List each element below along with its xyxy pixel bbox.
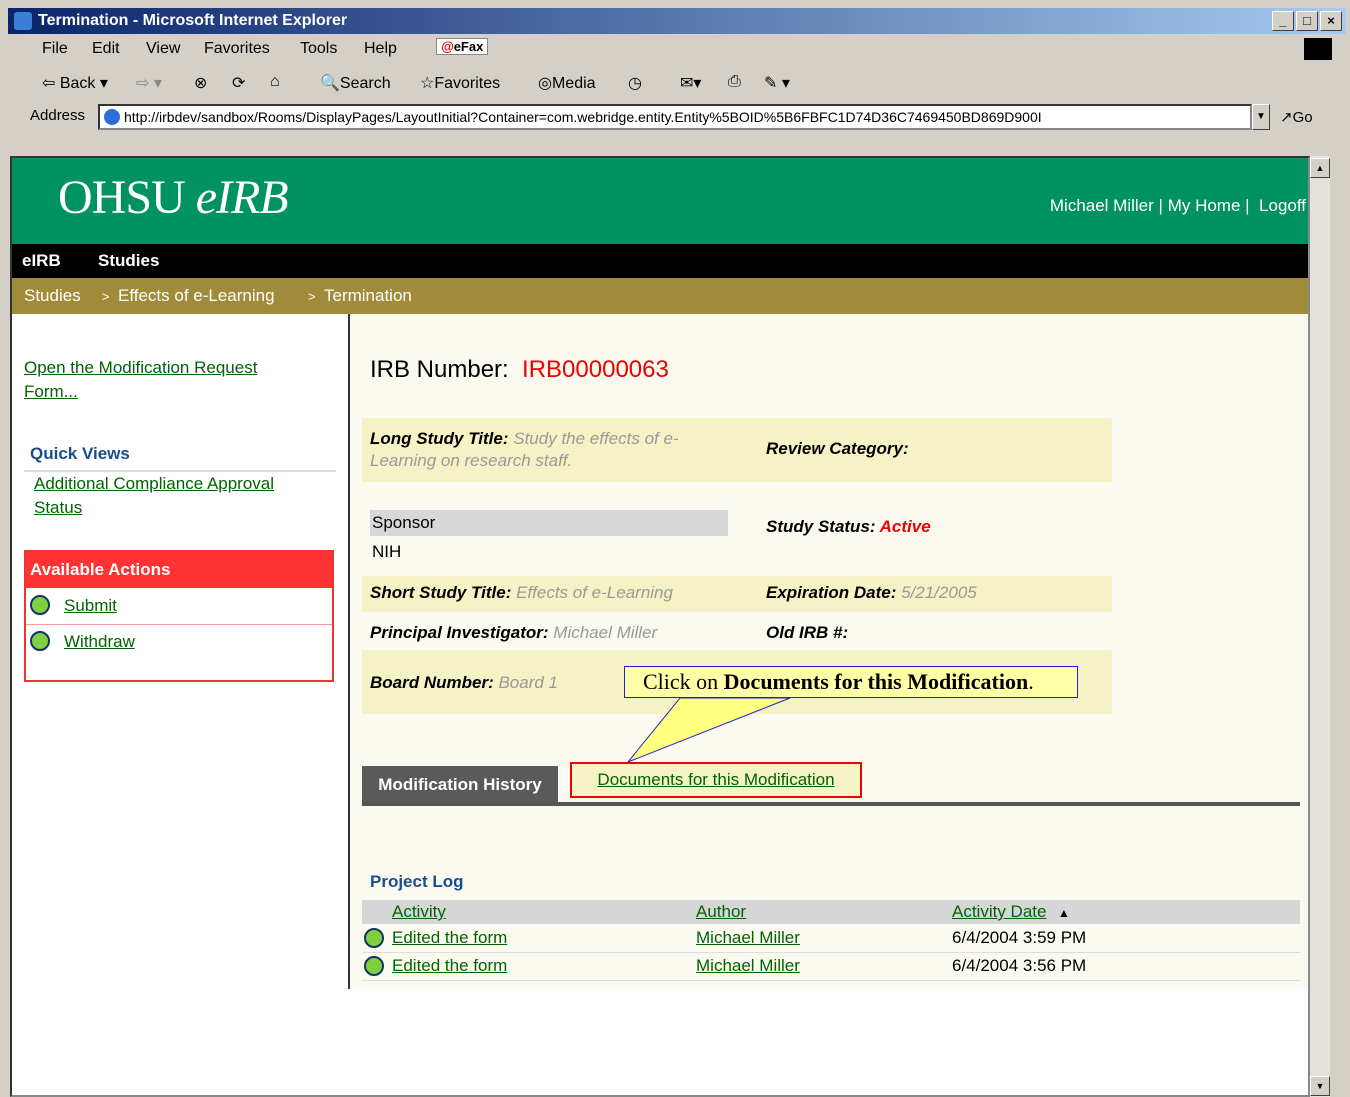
main-panel: IRB Number: IRB00000063 Long Study Title… bbox=[350, 314, 1308, 989]
long-title-field: Long Study Title: Study the effects of e… bbox=[370, 429, 679, 470]
nav-bar: eIRB Studies bbox=[12, 244, 1308, 278]
stop-icon[interactable]: ⊗ bbox=[194, 73, 207, 93]
close-button[interactable]: × bbox=[1320, 11, 1342, 31]
window-title: Termination - Microsoft Internet Explore… bbox=[38, 12, 348, 29]
nav-studies[interactable]: Studies bbox=[98, 251, 159, 271]
log-activity-link[interactable]: Edited the form bbox=[392, 928, 507, 948]
menu-file[interactable]: File bbox=[42, 40, 68, 58]
short-title-field: Short Study Title: Effects of e-Learning bbox=[370, 583, 673, 602]
log-date: 6/4/2004 3:59 PM bbox=[952, 928, 1087, 947]
vertical-scrollbar[interactable]: ▲ ▼ bbox=[1310, 156, 1330, 1097]
info-band-2: Short Study Title: Effects of e-Learning… bbox=[362, 576, 1112, 612]
modification-request-link[interactable]: Open the Modification Request Form... bbox=[24, 356, 304, 404]
menu-view[interactable]: View bbox=[146, 40, 180, 58]
pi-field: Principal Investigator: Michael Miller bbox=[370, 623, 658, 642]
available-actions-panel: Available Actions Submit Withdraw bbox=[24, 550, 334, 682]
action-arrow-icon bbox=[364, 956, 384, 976]
scroll-down-icon[interactable]: ▼ bbox=[1310, 1076, 1330, 1096]
log-date: 6/4/2004 3:56 PM bbox=[952, 956, 1087, 975]
left-sidebar: Open the Modification Request Form... Qu… bbox=[12, 314, 348, 1095]
action-withdraw[interactable]: Withdraw bbox=[26, 624, 332, 660]
old-irb-label: Old IRB #: bbox=[766, 623, 849, 642]
tab-documents-for-modification[interactable]: Documents for this Modification bbox=[570, 762, 862, 798]
address-dropdown[interactable]: ▼ bbox=[1252, 104, 1270, 130]
forward-button[interactable]: ⇨ ▾ bbox=[136, 73, 162, 93]
address-url: http://irbdev/sandbox/Rooms/DisplayPages… bbox=[124, 109, 1042, 125]
minimize-button[interactable]: _ bbox=[1272, 11, 1294, 31]
column-activity[interactable]: Activity bbox=[392, 902, 446, 922]
action-submit[interactable]: Submit bbox=[26, 588, 332, 625]
compliance-status-link[interactable]: Additional Compliance Approval Status bbox=[34, 472, 324, 520]
sponsor-value: NIH bbox=[372, 542, 402, 561]
site-banner: OHSU eIRB Michael Miller | My Home | Log… bbox=[12, 158, 1308, 244]
action-arrow-icon bbox=[30, 631, 50, 651]
log-author-link[interactable]: Michael Miller bbox=[696, 956, 800, 976]
tab-modification-history[interactable]: Modification History bbox=[362, 766, 558, 804]
page-content: OHSU eIRB Michael Miller | My Home | Log… bbox=[10, 156, 1310, 1097]
print-icon[interactable]: ⎙ bbox=[728, 73, 741, 91]
log-activity-link[interactable]: Edited the form bbox=[392, 956, 507, 976]
table-row: Edited the form Michael Miller 6/4/2004 … bbox=[362, 952, 1300, 981]
scroll-up-icon[interactable]: ▲ bbox=[1310, 158, 1330, 178]
history-icon[interactable]: ◷ bbox=[628, 73, 642, 93]
page-icon bbox=[104, 109, 120, 125]
efax-button[interactable]: @eFax bbox=[436, 38, 489, 55]
address-label: Address bbox=[30, 107, 86, 124]
my-home-link[interactable]: My Home bbox=[1168, 196, 1241, 215]
media-button[interactable]: ◎Media bbox=[538, 73, 596, 93]
maximize-button[interactable]: □ bbox=[1296, 11, 1318, 31]
favorites-button[interactable]: ☆Favorites bbox=[420, 73, 500, 93]
user-links: Michael Miller | My Home | Logoff bbox=[1049, 196, 1306, 215]
menu-bar: File Edit View Favorites Tools Help @eFa… bbox=[8, 36, 1346, 62]
available-actions-header: Available Actions bbox=[26, 552, 332, 588]
menu-tools[interactable]: Tools bbox=[300, 40, 337, 58]
project-log-title: Project Log bbox=[370, 872, 464, 891]
menu-edit[interactable]: Edit bbox=[92, 40, 120, 58]
info-band-1: Long Study Title: Study the effects of e… bbox=[362, 418, 1112, 482]
column-author[interactable]: Author bbox=[696, 902, 746, 922]
action-arrow-icon bbox=[30, 595, 50, 615]
title-bar: Termination - Microsoft Internet Explore… bbox=[8, 8, 1346, 34]
sponsor-header: Sponsor bbox=[370, 510, 728, 536]
callout-tooltip: Click on Documents for this Modification… bbox=[624, 666, 1078, 698]
review-category-label: Review Category: bbox=[766, 439, 909, 458]
tab-underline bbox=[362, 802, 1300, 806]
refresh-icon[interactable]: ⟳ bbox=[232, 73, 245, 93]
log-author-link[interactable]: Michael Miller bbox=[696, 928, 800, 948]
sort-asc-icon: ▲ bbox=[1058, 906, 1070, 920]
ie-icon bbox=[14, 12, 32, 30]
user-name-link[interactable]: Michael Miller bbox=[1050, 196, 1154, 215]
edit-icon[interactable]: ✎ ▾ bbox=[764, 73, 790, 93]
breadcrumb-termination: Termination bbox=[324, 286, 412, 305]
log-header-row: Activity Author Activity Date ▲ bbox=[362, 900, 1300, 924]
quick-views-header: Quick Views bbox=[24, 432, 336, 472]
breadcrumb-studies[interactable]: Studies bbox=[24, 286, 81, 306]
home-icon[interactable]: ⌂ bbox=[270, 73, 280, 91]
mail-icon[interactable]: ✉▾ bbox=[680, 73, 701, 93]
go-button[interactable]: ↗Go bbox=[1280, 108, 1313, 126]
address-input[interactable]: http://irbdev/sandbox/Rooms/DisplayPages… bbox=[98, 104, 1252, 130]
address-bar: Address http://irbdev/sandbox/Rooms/Disp… bbox=[8, 104, 1346, 132]
nav-eirb[interactable]: eIRB bbox=[22, 251, 61, 271]
table-row: Edited the form Michael Miller 6/4/2004 … bbox=[362, 924, 1300, 953]
breadcrumb-study[interactable]: Effects of e-Learning bbox=[118, 286, 275, 306]
action-arrow-icon bbox=[364, 928, 384, 948]
expiration-date-field: Expiration Date: 5/21/2005 bbox=[766, 583, 977, 602]
logoff-link[interactable]: Logoff bbox=[1259, 196, 1306, 215]
study-status-field: Study Status: Active bbox=[766, 517, 931, 536]
search-button[interactable]: 🔍Search bbox=[320, 73, 391, 93]
toolbar: ⇦ Back ▾ ⇨ ▾ ⊗ ⟳ ⌂ 🔍Search ☆Favorites ◎M… bbox=[8, 66, 1346, 98]
irb-number-value: IRB00000063 bbox=[522, 356, 669, 383]
board-number-field: Board Number: Board 1 bbox=[370, 673, 559, 692]
menu-help[interactable]: Help bbox=[364, 40, 397, 58]
back-button[interactable]: ⇦ Back ▾ bbox=[42, 73, 108, 93]
irb-number: IRB Number: IRB00000063 bbox=[370, 356, 669, 383]
site-logo: OHSU eIRB bbox=[58, 171, 289, 224]
windows-logo-icon bbox=[1304, 38, 1332, 60]
menu-favorites[interactable]: Favorites bbox=[204, 40, 270, 58]
breadcrumb: Studies > Effects of e-Learning > Termin… bbox=[12, 278, 1308, 314]
column-activity-date[interactable]: Activity Date bbox=[952, 902, 1046, 922]
